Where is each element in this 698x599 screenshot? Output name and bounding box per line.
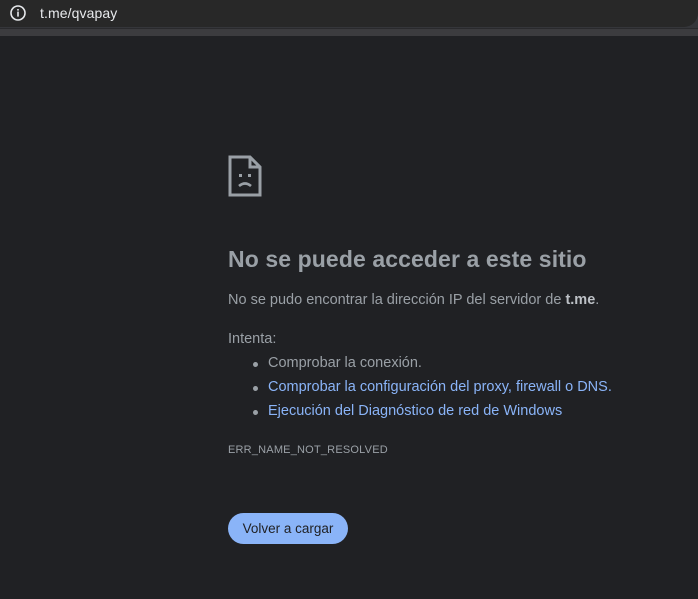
- try-label: Intenta:: [228, 331, 277, 347]
- info-circle-icon[interactable]: [9, 4, 27, 22]
- description-prefix: No se pudo encontrar la dirección IP del…: [228, 292, 566, 308]
- bullet: [253, 410, 258, 415]
- bullet: [253, 386, 258, 391]
- suggestion-check-connection: Comprobar la conexión.: [250, 355, 612, 379]
- description-host: t.me: [565, 292, 596, 308]
- error-code: ERR_NAME_NOT_RESOLVED: [228, 444, 388, 456]
- suggestion-check-proxy: Comprobar la configuración del proxy, fi…: [250, 379, 612, 403]
- network-diagnostics-link[interactable]: Ejecución del Diagnóstico de red de Wind…: [268, 403, 562, 419]
- bullet: [253, 362, 258, 367]
- error-description: No se pudo encontrar la dirección IP del…: [228, 292, 599, 308]
- omnibox[interactable]: t.me/qvapay: [0, 0, 698, 27]
- suggestion-text: Comprobar la conexión.: [268, 355, 422, 371]
- page-content: [0, 36, 698, 599]
- description-suffix: .: [595, 292, 600, 308]
- suggestions-list: Comprobar la conexión. Comprobar la conf…: [250, 355, 612, 427]
- error-headline: No se puede acceder a este sitio: [228, 246, 587, 272]
- toolbar-divider: [0, 29, 698, 36]
- url-text[interactable]: t.me/qvapay: [40, 5, 117, 21]
- reload-button[interactable]: Volver a cargar: [228, 513, 348, 544]
- check-proxy-link[interactable]: Comprobar la configuración del proxy, fi…: [268, 379, 612, 395]
- address-bar: t.me/qvapay: [0, 0, 698, 29]
- sad-document-icon: [228, 155, 262, 197]
- suggestion-network-diagnostics: Ejecución del Diagnóstico de red de Wind…: [250, 403, 612, 427]
